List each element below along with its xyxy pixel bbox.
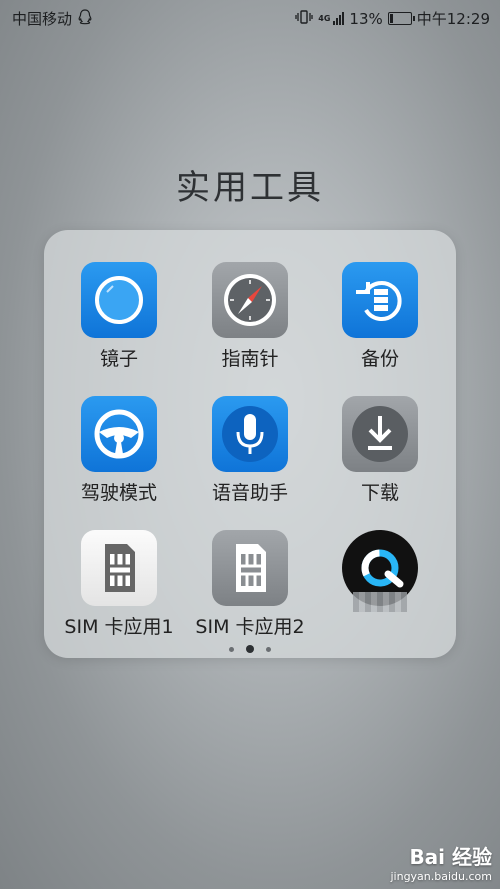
app-label: 指南针 [221, 348, 279, 370]
status-bar: 中国移动 4G 13% 中午12:29 [0, 0, 500, 34]
folder-page-indicator[interactable] [0, 645, 500, 653]
app-mirror[interactable]: 镜子 [54, 262, 184, 371]
page-dot[interactable] [266, 646, 271, 652]
clock: 中午12:29 [416, 10, 490, 28]
download-icon [342, 396, 418, 472]
page-dot[interactable] [229, 646, 234, 652]
app-voice-assistant[interactable]: 语音助手 [185, 396, 315, 505]
app-sim-toolkit-1[interactable]: SIM 卡应用1 [54, 530, 184, 639]
microphone-icon [212, 396, 288, 472]
app-label: 备份 [360, 348, 399, 370]
mirror-icon [81, 262, 157, 338]
watermark-brand: Bai 经验 [409, 845, 492, 869]
app-backup[interactable]: 备份 [315, 262, 445, 371]
carrier-name: 中国移动 [12, 10, 73, 28]
app-label: 语音助手 [211, 482, 288, 504]
app-label: SIM 卡应用2 [195, 616, 305, 638]
page-dot[interactable] [246, 645, 254, 653]
app-quik[interactable] [315, 530, 445, 612]
app-label: 驾驶模式 [80, 482, 157, 504]
watermark-url: jingyan.baidu.com [390, 870, 492, 883]
pixelated-label-placeholder [353, 592, 407, 612]
compass-icon [212, 262, 288, 338]
app-label: 下载 [360, 482, 399, 504]
baidu-jingyan-watermark: Bai 经验 jingyan.baidu.com [390, 841, 492, 883]
steering-wheel-icon [81, 396, 157, 472]
app-label: SIM 卡应用1 [64, 616, 174, 638]
folder-title: 实用工具 [176, 168, 324, 208]
vibrate-icon [295, 9, 313, 28]
backup-icon [342, 262, 418, 338]
app-sim-toolkit-2[interactable]: SIM 卡应用2 [185, 530, 315, 639]
battery-icon [387, 12, 415, 25]
app-driving-mode[interactable]: 驾驶模式 [54, 396, 184, 505]
signal-strength-icon [333, 12, 345, 25]
app-folder: 镜子 指南针 备份 驾驶模式 语音助手 下载 SIM 卡应用1 SIM 卡应用2 [44, 230, 456, 658]
sim-card-icon [81, 530, 157, 606]
battery-percent: 13% [349, 9, 383, 28]
network-type: 4G [318, 14, 331, 23]
app-compass[interactable]: 指南针 [185, 262, 315, 371]
app-label: 镜子 [99, 348, 138, 370]
sim-card-icon [212, 530, 288, 606]
qq-notification-icon [78, 8, 92, 29]
app-downloads[interactable]: 下载 [315, 396, 445, 505]
